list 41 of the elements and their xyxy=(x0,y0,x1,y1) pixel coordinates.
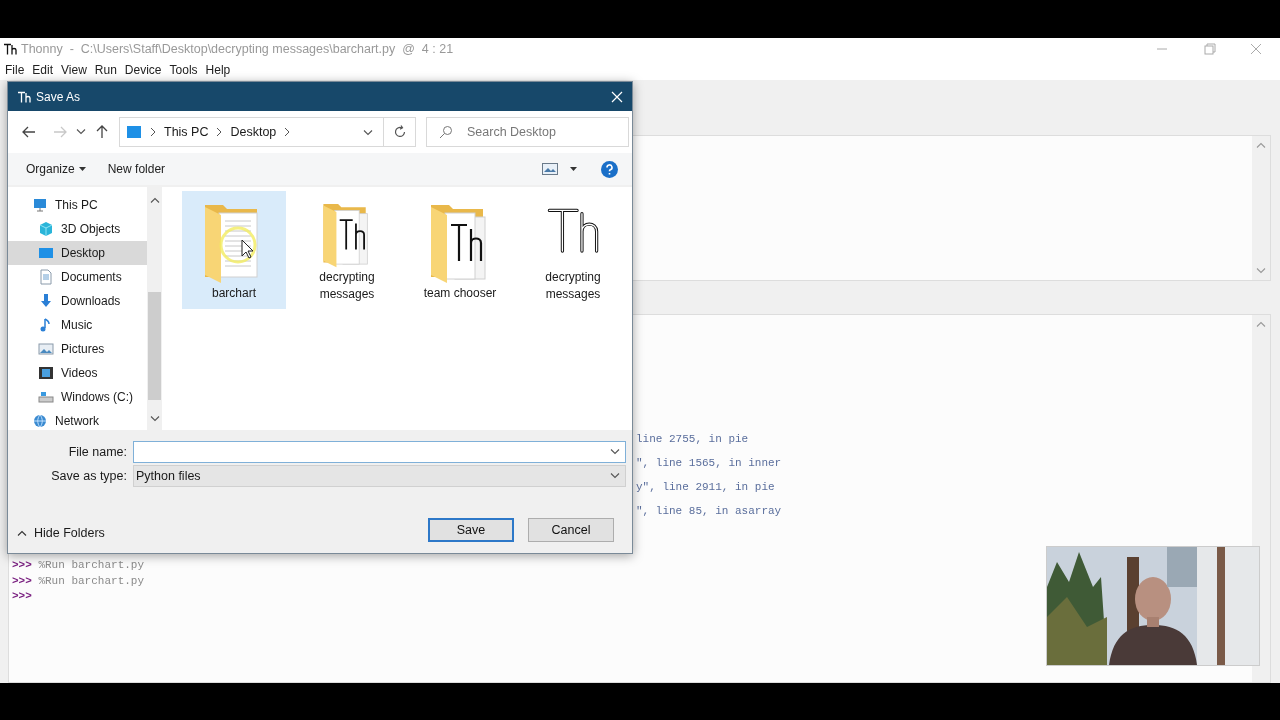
traceback-line: line 2755, in pie xyxy=(636,432,750,447)
dialog-button[interactable]: Cancel xyxy=(528,518,614,542)
traceback-line: ", line 1565, in inner xyxy=(636,456,783,471)
sidebar-item[interactable]: Downloads xyxy=(8,289,147,313)
sidebar-item[interactable]: Windows (C:) xyxy=(8,385,147,409)
menu-item[interactable]: File xyxy=(1,63,29,77)
hide-folders-button[interactable]: Hide Folders xyxy=(17,525,105,540)
dialog-title: Save As xyxy=(36,89,81,104)
sidebar-item[interactable]: Pictures xyxy=(8,337,147,361)
shell-line: >>> %Run barchart.py xyxy=(12,573,146,589)
menu-item[interactable]: Device xyxy=(120,63,166,77)
menu-item[interactable]: Help xyxy=(201,63,235,77)
script-item[interactable]: decrypting messages xyxy=(521,191,625,309)
file-type-dropdown[interactable]: Python files xyxy=(133,465,626,487)
folder-item[interactable]: decrypting messages xyxy=(295,191,399,309)
dialog-button[interactable]: Save xyxy=(428,518,514,542)
breadcrumb-item[interactable]: Desktop xyxy=(230,125,277,139)
shell-line: >>> %Run barchart.py xyxy=(12,558,146,573)
organize-menu[interactable]: Organize xyxy=(26,162,86,176)
menu-item[interactable]: View xyxy=(57,63,91,77)
traceback-line: y", line 2911, in pie xyxy=(636,480,776,495)
sidebar-item[interactable]: Videos xyxy=(8,361,147,385)
folder-item[interactable]: barchart xyxy=(182,191,286,309)
folder-item[interactable]: team chooser xyxy=(408,191,512,309)
window-title: Thonny - C:\Users\Staff\Desktop\decrypting messages\barchart.py @ 4 : 21 xyxy=(21,42,454,56)
traceback-line: ", line 85, in asarray xyxy=(636,504,783,519)
shell-line: >>> xyxy=(12,589,33,604)
menu-item[interactable]: Tools xyxy=(165,63,202,77)
sidebar-item[interactable]: Documents xyxy=(8,265,147,289)
sidebar-item[interactable]: Desktop xyxy=(8,241,147,265)
sidebar-item[interactable]: This PC xyxy=(8,193,147,217)
menu-item[interactable]: Edit xyxy=(28,63,58,77)
new-folder-button[interactable]: New folder xyxy=(107,162,166,176)
field-label: File name: xyxy=(67,445,127,459)
search-field[interactable]: Search Desktop xyxy=(426,117,629,147)
sidebar-item[interactable]: 3D Objects xyxy=(8,217,147,241)
sidebar-item[interactable]: Network xyxy=(8,409,147,430)
menu-item[interactable]: Run xyxy=(90,63,121,77)
breadcrumb-item[interactable]: This PC xyxy=(164,125,209,139)
field-label: Save as type: xyxy=(50,469,127,483)
sidebar-item[interactable]: Music xyxy=(8,313,147,337)
